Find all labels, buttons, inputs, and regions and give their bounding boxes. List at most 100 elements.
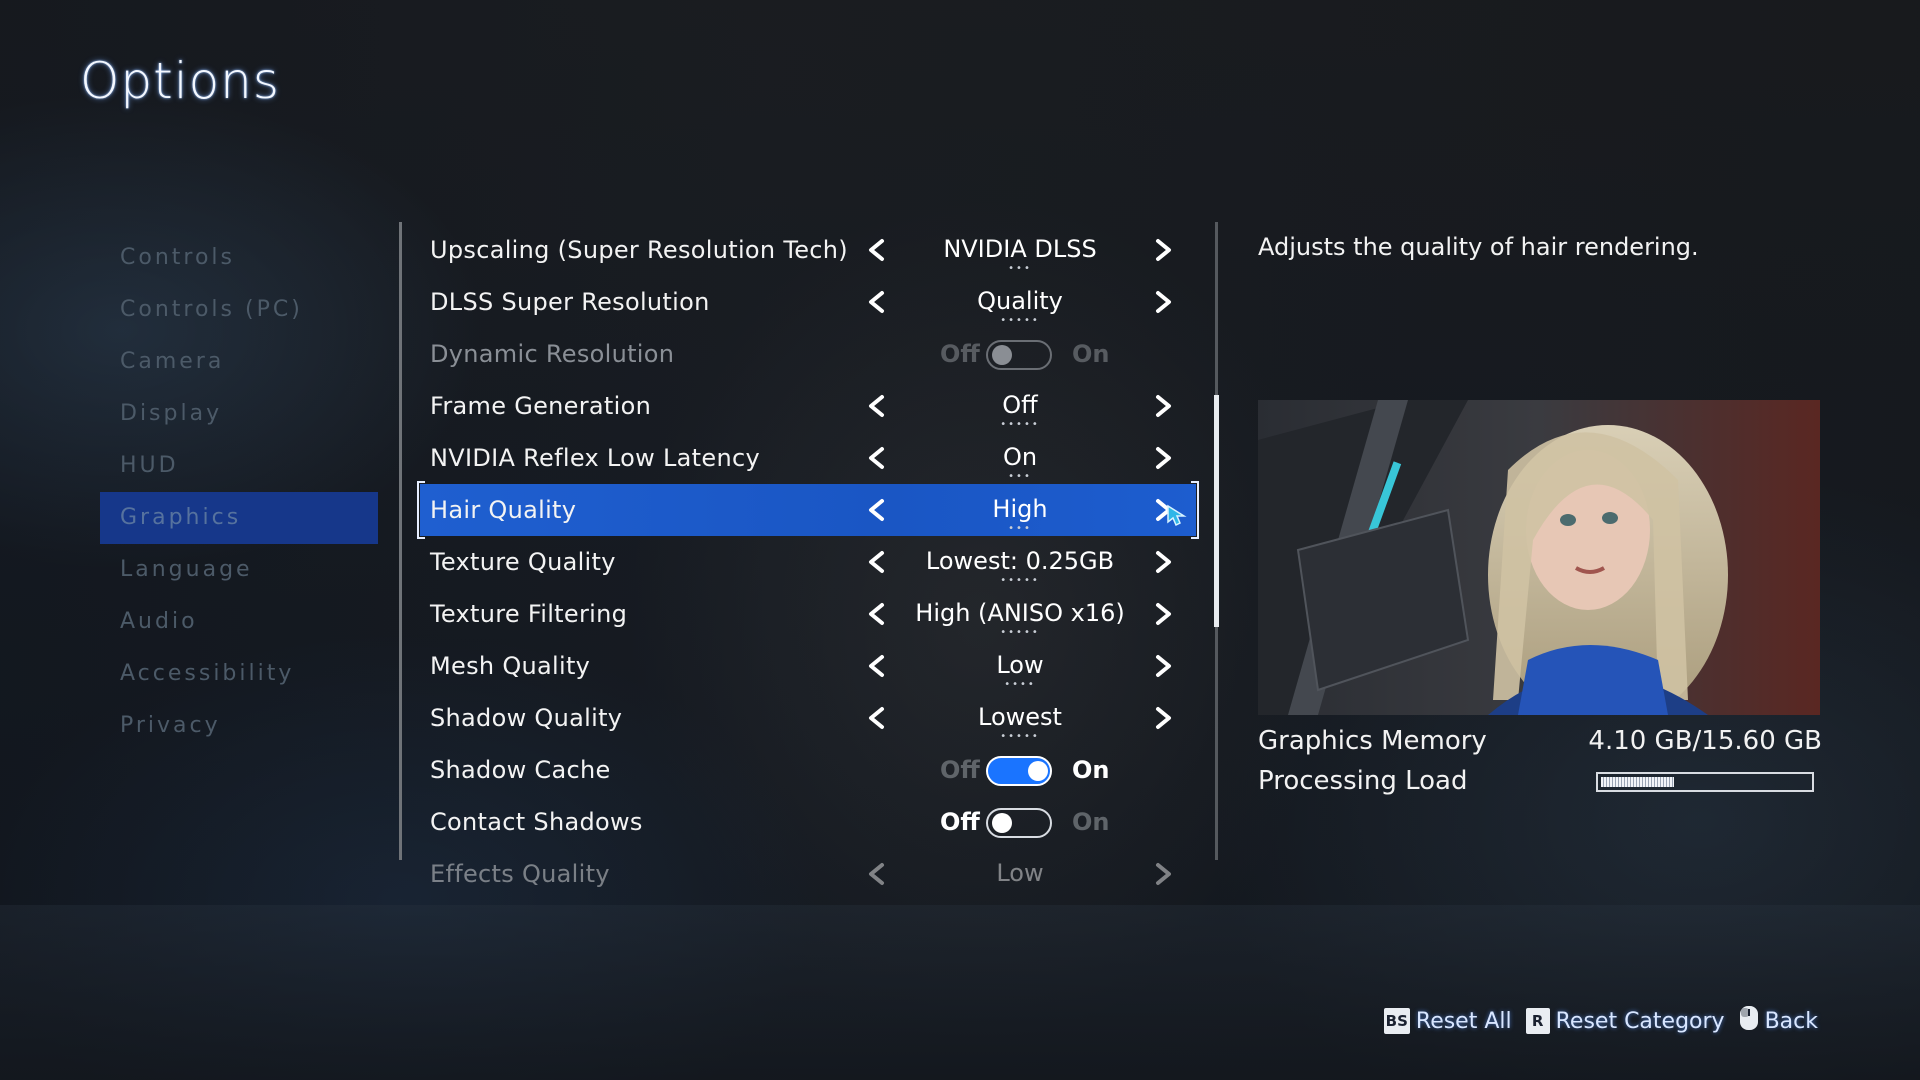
setting-row-mesh-quality[interactable]: Mesh Quality Low •••• xyxy=(420,640,1196,692)
arrow-right-icon[interactable] xyxy=(1150,445,1176,471)
setting-label: Mesh Quality xyxy=(430,652,591,680)
setting-label: NVIDIA Reflex Low Latency xyxy=(430,444,760,472)
setting-row-shadow-quality[interactable]: Shadow Quality Lowest ••••• xyxy=(420,692,1196,744)
graphics-memory-label: Graphics Memory xyxy=(1258,726,1487,756)
option-position-dots: ••••• xyxy=(1000,627,1040,638)
backspace-key-icon: BS xyxy=(1383,1008,1410,1034)
setting-row-nvidia-reflex-low-latency[interactable]: NVIDIA Reflex Low Latency On ••• xyxy=(420,432,1196,484)
setting-label: Shadow Quality xyxy=(430,704,623,732)
graphics-memory-value: 4.10 GB/15.60 GB xyxy=(1588,726,1822,756)
toggle-contact-shadows[interactable]: Off On xyxy=(940,796,1120,848)
reset-all-button[interactable]: BS Reset All xyxy=(1383,1008,1512,1034)
setting-row-shadow-cache[interactable]: Shadow Cache Off On xyxy=(420,744,1196,796)
category-language[interactable]: Language xyxy=(100,544,378,596)
category-hud[interactable]: HUD xyxy=(100,440,378,492)
setting-row-texture-filtering[interactable]: Texture Filtering High (ANISO x16) ••••• xyxy=(420,588,1196,640)
toggle-dynamic-resolution: Off On xyxy=(940,328,1120,380)
toggle-off-label: Off xyxy=(940,756,980,784)
toggle-on-label: On xyxy=(1072,808,1110,836)
toggle-knob xyxy=(992,345,1012,365)
toggle-knob xyxy=(992,813,1012,833)
setting-value: Low xyxy=(996,859,1044,887)
reset-all-label: Reset All xyxy=(1415,1008,1512,1034)
settings-list: Upscaling (Super Resolution Tech) NVIDIA … xyxy=(417,224,1199,900)
r-key-icon: R xyxy=(1525,1008,1550,1034)
processing-load-fill xyxy=(1601,777,1674,787)
reset-category-button[interactable]: R Reset Category xyxy=(1525,1008,1725,1034)
hair-quality-preview-image xyxy=(1258,400,1820,715)
option-position-dots: ••••• xyxy=(1000,419,1040,430)
arrow-right-icon[interactable] xyxy=(1150,705,1176,731)
back-button[interactable]: Back xyxy=(1739,1005,1818,1037)
setting-row-upscaling-super-resolution-tech[interactable]: Upscaling (Super Resolution Tech) NVIDIA … xyxy=(420,224,1196,276)
option-position-dots: ••• xyxy=(1008,263,1032,274)
setting-row-dynamic-resolution[interactable]: Dynamic Resolution Off On xyxy=(420,328,1196,380)
toggle-off-label: Off xyxy=(940,808,980,836)
category-audio[interactable]: Audio xyxy=(100,596,378,648)
arrow-right-icon[interactable] xyxy=(1150,393,1176,419)
category-camera[interactable]: Camera xyxy=(100,336,378,388)
cursor-icon xyxy=(1166,504,1188,527)
setting-description: Adjusts the quality of hair rendering. xyxy=(1258,233,1699,261)
toggle-on-label: On xyxy=(1072,756,1110,784)
category-accessibility[interactable]: Accessibility xyxy=(100,648,378,700)
arrow-left-icon[interactable] xyxy=(864,237,890,263)
graphics-memory-row: Graphics Memory 4.10 GB/15.60 GB xyxy=(1258,726,1822,756)
arrow-left-icon[interactable] xyxy=(864,861,890,887)
option-position-dots: ••• xyxy=(1008,471,1032,482)
setting-row-texture-quality[interactable]: Texture Quality Lowest: 0.25GB ••••• xyxy=(420,536,1196,588)
background-floor xyxy=(0,905,1920,1080)
footer-hints: BS Reset All R Reset Category Back xyxy=(1378,1006,1818,1036)
reset-category-label: Reset Category xyxy=(1555,1008,1725,1034)
option-position-dots: ••••• xyxy=(1000,731,1040,742)
preview-illustration xyxy=(1258,400,1820,715)
arrow-right-icon[interactable] xyxy=(1150,653,1176,679)
setting-label: DLSS Super Resolution xyxy=(430,288,710,316)
arrow-right-icon[interactable] xyxy=(1150,289,1176,315)
category-display[interactable]: Display xyxy=(100,388,378,440)
setting-label: Hair Quality xyxy=(430,496,577,524)
arrow-left-icon[interactable] xyxy=(864,653,890,679)
option-position-dots: ••••• xyxy=(1000,575,1040,586)
settings-scrollbar-thumb[interactable] xyxy=(1214,395,1219,627)
setting-row-hair-quality[interactable]: Hair Quality High ••• xyxy=(417,481,1199,539)
arrow-left-icon[interactable] xyxy=(864,549,890,575)
toggle-shadow-cache[interactable]: Off On xyxy=(940,744,1120,796)
arrow-right-icon[interactable] xyxy=(1150,601,1176,627)
processing-load-label: Processing Load xyxy=(1258,766,1468,796)
setting-row-contact-shadows[interactable]: Contact Shadows Off On xyxy=(420,796,1196,848)
category-privacy[interactable]: Privacy xyxy=(100,700,378,752)
processing-load-bar xyxy=(1596,772,1814,792)
setting-label: Dynamic Resolution xyxy=(430,340,675,368)
toggle-on-label: On xyxy=(1072,340,1110,368)
arrow-left-icon[interactable] xyxy=(864,393,890,419)
category-controls-pc[interactable]: Controls (PC) xyxy=(100,284,378,336)
toggle-switch[interactable] xyxy=(986,808,1052,838)
toggle-off-label: Off xyxy=(940,340,980,368)
arrow-left-icon[interactable] xyxy=(864,289,890,315)
setting-row-dlss-super-resolution[interactable]: DLSS Super Resolution Quality ••••• xyxy=(420,276,1196,328)
setting-label: Effects Quality xyxy=(430,860,610,888)
arrow-left-icon[interactable] xyxy=(864,601,890,627)
option-position-dots: ••••• xyxy=(1000,315,1040,326)
category-divider xyxy=(399,222,402,860)
setting-label: Shadow Cache xyxy=(430,756,611,784)
setting-row-effects-quality[interactable]: Effects Quality Low xyxy=(420,848,1196,900)
mouse-icon xyxy=(1739,1005,1759,1037)
arrow-left-icon[interactable] xyxy=(864,705,890,731)
arrow-left-icon[interactable] xyxy=(864,445,890,471)
arrow-right-icon[interactable] xyxy=(1150,237,1176,263)
category-list: Controls Controls (PC) Camera Display HUD Gra… xyxy=(100,232,378,752)
arrow-right-icon[interactable] xyxy=(1150,861,1176,887)
setting-label: Upscaling (Super Resolution Tech) xyxy=(430,236,848,264)
toggle-switch[interactable] xyxy=(986,756,1052,786)
setting-label: Texture Quality xyxy=(430,548,616,576)
category-controls[interactable]: Controls xyxy=(100,232,378,284)
back-label: Back xyxy=(1764,1008,1818,1034)
setting-label: Contact Shadows xyxy=(430,808,643,836)
setting-label: Texture Filtering xyxy=(430,600,628,628)
arrow-right-icon[interactable] xyxy=(1150,549,1176,575)
arrow-left-icon[interactable] xyxy=(864,497,890,523)
category-graphics[interactable]: Graphics xyxy=(100,492,378,544)
setting-row-frame-generation[interactable]: Frame Generation Off ••••• xyxy=(420,380,1196,432)
